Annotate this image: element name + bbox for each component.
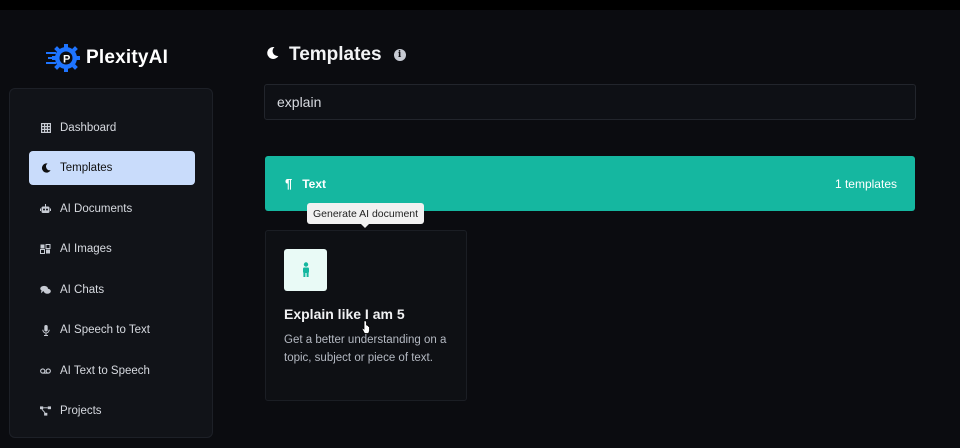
sidebar-item-ai-images[interactable]: AI Images (29, 232, 195, 266)
sidebar-item-label: AI Speech to Text (60, 324, 150, 336)
sidebar-item-label: AI Chats (60, 284, 105, 296)
microphone-icon (40, 324, 51, 336)
page-title: Templates (289, 44, 382, 65)
moon-icon (266, 46, 279, 64)
category-name: Text (302, 176, 327, 191)
voicemail-icon (40, 366, 51, 377)
card-icon-box (284, 249, 327, 291)
svg-text:P: P (63, 54, 70, 66)
info-icon[interactable]: i (393, 49, 406, 61)
sidebar-item-ai-chats[interactable]: AI Chats (29, 273, 195, 307)
child-icon (302, 262, 309, 277)
sidebar-item-label: Dashboard (60, 122, 117, 134)
moon-icon (40, 163, 51, 174)
mouse-cursor-icon (361, 320, 370, 334)
sidebar: Dashboard Templates AI Documents AI Imag… (9, 88, 213, 438)
robot-icon (40, 204, 51, 215)
template-card-explain-like-i-am-5[interactable]: Explain like I am 5 Get a better underst… (265, 230, 467, 401)
card-title: Explain like I am 5 (284, 306, 405, 322)
gear-p-logo-icon: P (46, 44, 80, 72)
images-icon (40, 244, 51, 255)
page-header: Templates i (266, 44, 406, 66)
sidebar-item-dashboard[interactable]: Dashboard (29, 111, 195, 145)
sidebar-item-label: AI Images (60, 243, 112, 255)
sidebar-item-templates[interactable]: Templates (29, 151, 195, 185)
template-search-input[interactable] (264, 84, 916, 120)
sidebar-item-ai-speech-to-text[interactable]: AI Speech to Text (29, 313, 195, 347)
pilcrow-icon: ¶ (285, 176, 293, 191)
sidebar-item-label: Projects (60, 405, 102, 417)
grid-icon (40, 123, 51, 134)
top-bar (0, 0, 960, 10)
sidebar-item-label: AI Text to Speech (60, 365, 150, 377)
sidebar-item-projects[interactable]: Projects (29, 394, 195, 428)
chat-icon (40, 285, 51, 296)
brand-name: PlexityAI (86, 47, 169, 68)
brand-logo[interactable]: P PlexityAI (46, 43, 168, 73)
sidebar-item-ai-text-to-speech[interactable]: AI Text to Speech (29, 354, 195, 388)
sidebar-item-label: Templates (60, 162, 113, 174)
project-diagram-icon (40, 406, 51, 417)
sidebar-item-ai-documents[interactable]: AI Documents (29, 192, 195, 226)
tooltip: Generate AI document (307, 203, 425, 228)
category-template-count: 1 templates (834, 176, 897, 191)
card-description: Get a better understanding on a topic, s… (284, 334, 447, 364)
sidebar-item-label: AI Documents (60, 203, 133, 215)
